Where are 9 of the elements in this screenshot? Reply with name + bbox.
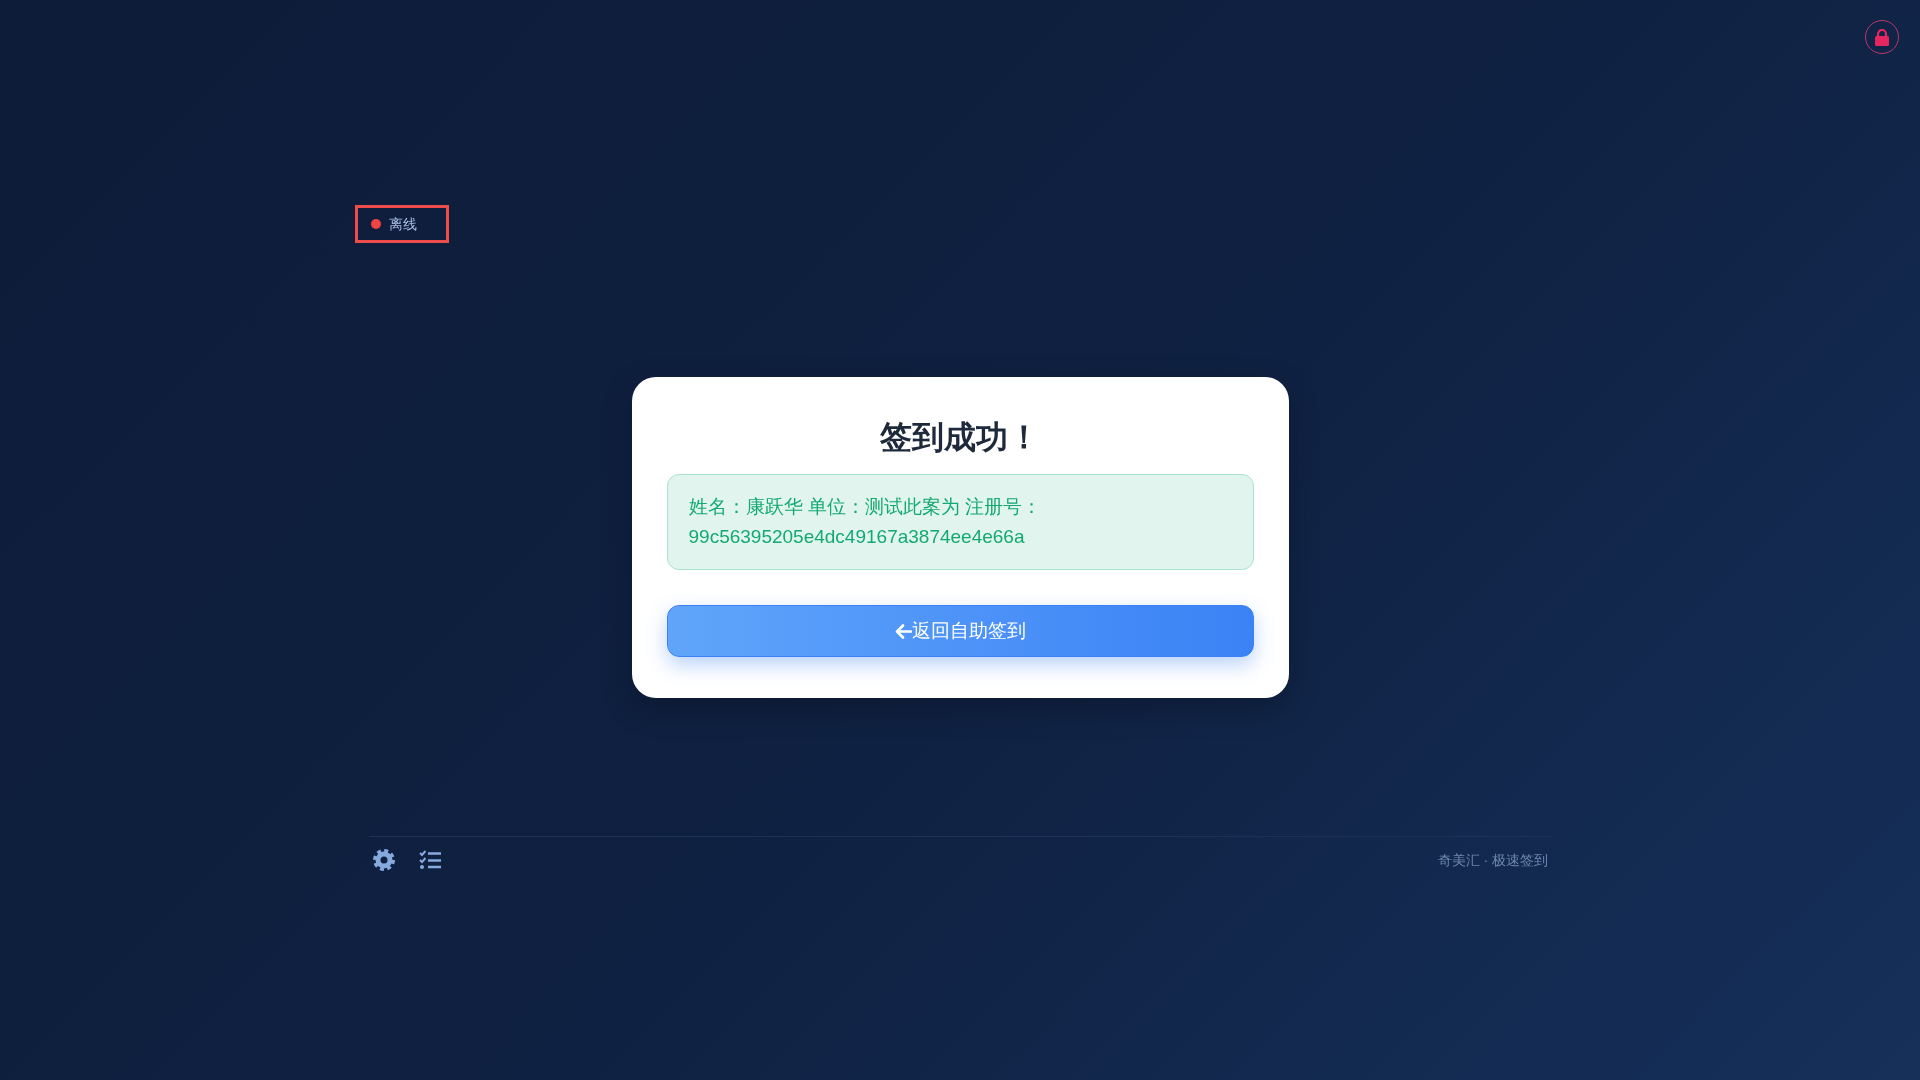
checklist-icon[interactable] bbox=[419, 850, 441, 870]
signin-info-text: 姓名：康跃华 单位：测试此案为 注册号：99c56395205e4dc49167a3874ee4e66a bbox=[688, 495, 1043, 549]
footer-brand-text: 奇美汇 · 极速签到 bbox=[1437, 851, 1548, 870]
arrow-left-icon bbox=[894, 623, 912, 639]
success-title: 签到成功！ bbox=[879, 418, 1041, 457]
gear-icon[interactable] bbox=[373, 849, 395, 871]
lock-icon bbox=[1875, 28, 1889, 46]
status-label: 离线 bbox=[389, 215, 417, 234]
back-button[interactable]: 返回自助签到 bbox=[666, 605, 1254, 657]
